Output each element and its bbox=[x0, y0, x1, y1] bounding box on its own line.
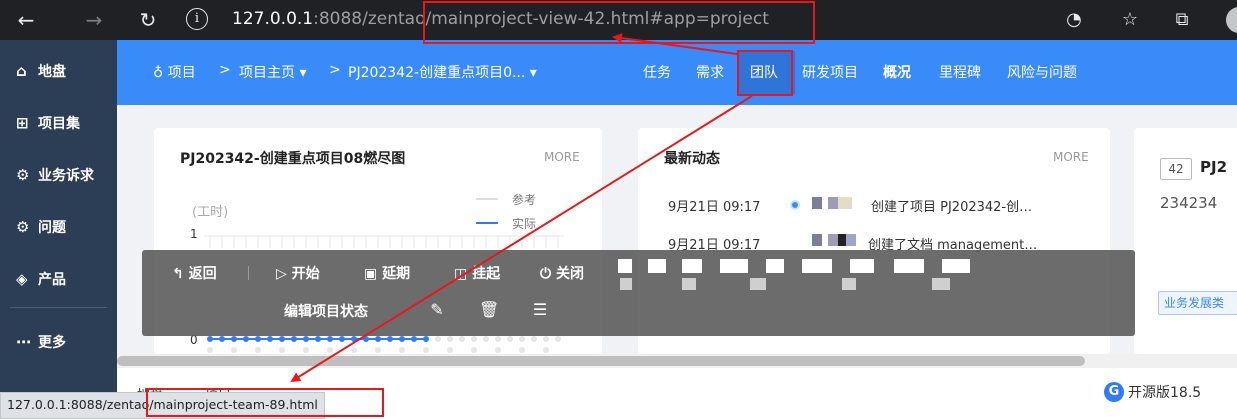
edit-icon[interactable]: ✎ bbox=[427, 300, 447, 320]
burndown-grid bbox=[204, 235, 564, 248]
tab-task[interactable]: 任务 bbox=[643, 62, 671, 82]
project-info-card: 42 PJ2 234234 业务发展类 bbox=[1134, 128, 1237, 354]
breadcrumb-separator: > bbox=[219, 62, 231, 78]
sidebar-divider bbox=[10, 307, 107, 308]
feed-item-time: 9月21日 09:17 bbox=[668, 200, 761, 215]
feed-item-dot bbox=[790, 200, 800, 210]
breadcrumb-project[interactable]: PJ202342-创建重点项目0... ▾ bbox=[348, 62, 537, 82]
gear-icon: ⚙ bbox=[16, 218, 30, 236]
tab-execution[interactable]: 研发项目 bbox=[802, 62, 858, 82]
y-axis-top-label: 1 bbox=[190, 227, 198, 241]
profile-avatar[interactable] bbox=[1226, 7, 1237, 33]
project-type-tag: 业务发展类 bbox=[1158, 291, 1237, 315]
horizontal-scrollbar[interactable] bbox=[117, 354, 1237, 368]
grid-icon: ⊞ bbox=[16, 114, 29, 132]
document-icon[interactable]: ☰ bbox=[530, 300, 550, 320]
sidebar-item-dashboard[interactable]: ⌂ 地盘 bbox=[0, 45, 117, 97]
project-description: 234234 bbox=[1160, 194, 1218, 212]
annotation-box-url bbox=[423, 1, 815, 44]
redacted-block bbox=[942, 259, 970, 273]
redacted-block bbox=[802, 259, 832, 273]
redacted-block bbox=[720, 259, 748, 273]
scrollbar-thumb[interactable] bbox=[117, 356, 1085, 366]
sidebar-item-label: 产品 bbox=[38, 272, 66, 288]
redacted-block bbox=[766, 259, 784, 273]
tab-overview[interactable]: 概况 bbox=[883, 62, 911, 82]
sidebar-item-label: 问题 bbox=[38, 220, 66, 236]
zentao-logo-icon: G bbox=[1104, 382, 1124, 402]
redacted-block bbox=[648, 259, 666, 273]
project-name: PJ2 bbox=[1200, 158, 1228, 176]
version-label: 开源版18.5 bbox=[1128, 385, 1202, 401]
redacted-block bbox=[850, 259, 874, 273]
product-icon: ◈ bbox=[16, 270, 28, 288]
tracking-prevention-icon[interactable]: ◔ bbox=[1062, 8, 1086, 32]
suspend-button[interactable]: ◫ 挂起 bbox=[454, 263, 500, 283]
redacted-block bbox=[618, 259, 632, 273]
feed-user-avatar bbox=[812, 197, 860, 209]
annotation-box-status-url bbox=[146, 388, 384, 417]
feed-title: 最新动态 bbox=[664, 151, 720, 167]
burndown-title: PJ202342-创建重点项目08燃尽图 bbox=[180, 151, 406, 167]
delay-button[interactable]: ▣ 延期 bbox=[364, 263, 410, 283]
tab-milestone[interactable]: 里程碑 bbox=[939, 62, 981, 82]
sidebar-item-label: 地盘 bbox=[38, 64, 66, 80]
close-button[interactable]: ⏻ 关闭 bbox=[540, 263, 584, 283]
toolbar-divider bbox=[248, 266, 249, 280]
back-arrow-icon[interactable]: ← bbox=[12, 6, 40, 34]
feed-more-link[interactable]: MORE bbox=[1053, 150, 1089, 164]
feed-user-avatar bbox=[812, 234, 860, 246]
tab-story[interactable]: 需求 bbox=[696, 62, 724, 82]
redacted-block bbox=[682, 278, 696, 290]
main-sidebar: ⌂ 地盘 ⊞ 项目集 ⚙ 业务诉求 ⚙ 问题 ◈ 产品 ⋯ 更多 bbox=[0, 40, 117, 419]
breadcrumb-home[interactable]: 项目主页 ▾ bbox=[239, 62, 306, 82]
project-nav-bar: ♁ 项目 > 项目主页 ▾ > PJ202342-创建重点项目0... ▾ 任务… bbox=[117, 40, 1237, 105]
sidebar-item-label: 业务诉求 bbox=[38, 168, 94, 184]
back-button[interactable]: ↰ 返回 bbox=[172, 263, 217, 283]
edit-project-status-button[interactable]: 编辑项目状态 bbox=[284, 301, 368, 321]
site-info-icon[interactable]: i bbox=[186, 8, 208, 30]
sidebar-item-program[interactable]: ⊞ 项目集 bbox=[0, 97, 117, 149]
favorites-icon[interactable]: ☆ bbox=[1118, 8, 1142, 32]
start-button[interactable]: ▷ 开始 bbox=[276, 263, 320, 283]
breadcrumb-separator: > bbox=[329, 62, 341, 78]
redacted-block bbox=[750, 278, 766, 290]
gear-icon: ⚙ bbox=[16, 166, 30, 184]
forward-arrow-icon[interactable]: → bbox=[80, 6, 108, 34]
trash-icon[interactable]: 🗑 bbox=[479, 300, 499, 320]
feed-item-text[interactable]: 创建了项目 PJ202342-创… bbox=[871, 196, 1032, 215]
legend-reference-line bbox=[476, 198, 498, 200]
redacted-block bbox=[620, 278, 632, 290]
sidebar-item-more[interactable]: ⋯ 更多 bbox=[0, 316, 117, 368]
home-icon: ⌂ bbox=[16, 62, 27, 80]
redacted-block bbox=[842, 278, 856, 290]
collections-icon[interactable]: ⧉ bbox=[1170, 8, 1194, 32]
legend-reference-label: 参考 bbox=[512, 193, 537, 207]
burndown-more-link[interactable]: MORE bbox=[544, 150, 580, 164]
legend-actual-line bbox=[476, 222, 498, 224]
redacted-block bbox=[682, 259, 702, 273]
redacted-block bbox=[932, 278, 950, 290]
sidebar-item-label: 项目集 bbox=[38, 116, 80, 132]
sidebar-item-label: 更多 bbox=[38, 335, 66, 351]
breadcrumb-root[interactable]: ♁ 项目 bbox=[153, 62, 196, 82]
reload-icon[interactable]: ↻ bbox=[134, 6, 162, 34]
sidebar-item-issue[interactable]: ⚙ 问题 bbox=[0, 201, 117, 253]
sidebar-item-product[interactable]: ◈ 产品 bbox=[0, 253, 117, 305]
project-action-toolbar: ↰ 返回 ▷ 开始 ▣ 延期 ◫ 挂起 ⏻ 关闭 编辑项目状态 ✎ 🗑 ☰ bbox=[142, 250, 1135, 336]
tab-risk-issue[interactable]: 风险与问题 bbox=[1007, 62, 1077, 82]
annotation-box-team-tab bbox=[737, 50, 793, 96]
redacted-block bbox=[894, 259, 924, 273]
project-id-badge: 42 bbox=[1160, 158, 1192, 180]
burndown-unit-label: (工时) bbox=[192, 205, 229, 220]
sidebar-item-business-demand[interactable]: ⚙ 业务诉求 bbox=[0, 149, 117, 201]
more-icon: ⋯ bbox=[16, 333, 31, 351]
